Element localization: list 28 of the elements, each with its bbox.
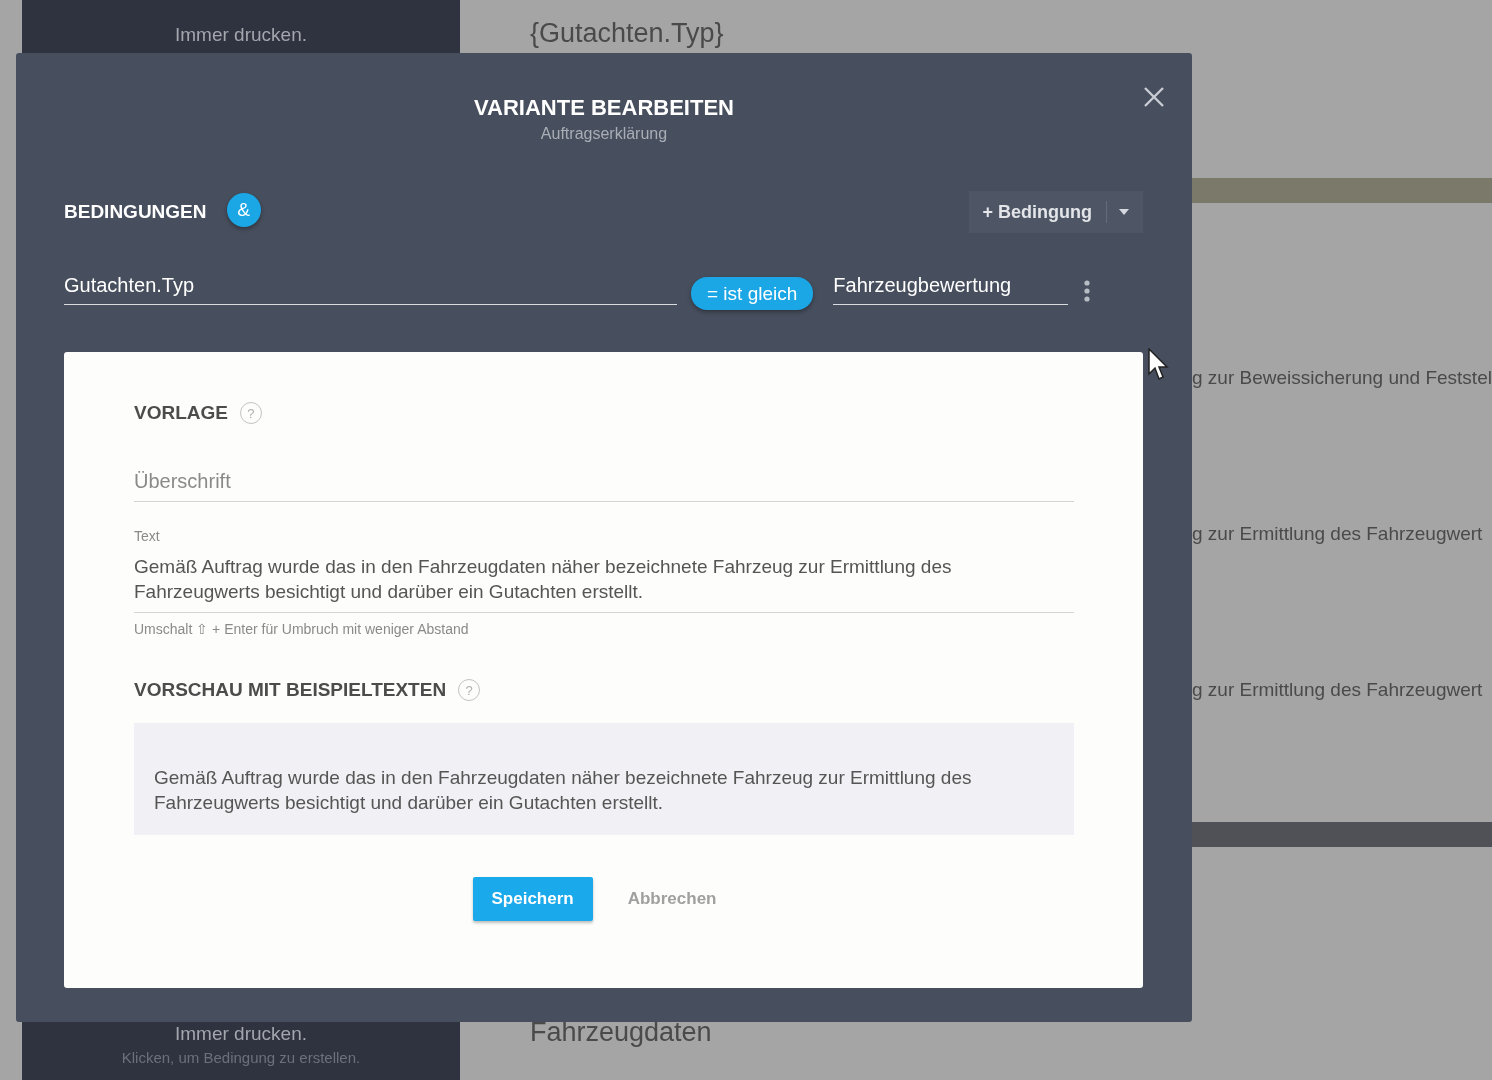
- sidebar-item-hint: Klicken, um Bedingung zu erstellen.: [121, 1049, 361, 1066]
- sidebar-item-title: Immer drucken.: [175, 24, 307, 46]
- join-operator-button[interactable]: &: [226, 193, 261, 227]
- close-icon[interactable]: [1143, 86, 1165, 108]
- sidebar-item-title: Immer drucken.: [175, 1023, 307, 1045]
- page-heading: {Gutachten.Typ}: [530, 18, 724, 48]
- cancel-button[interactable]: Abbrechen: [608, 877, 736, 921]
- variant-text: g zur Beweissicherung und Feststel: [1192, 367, 1492, 389]
- variant-text: g zur Ermittlung des Fahrzeugwert: [1192, 523, 1484, 545]
- section-heading: Fahrzeugdaten: [530, 1017, 712, 1047]
- conditions-heading: BEDINGUNGEN: [64, 201, 207, 223]
- text-field-label: Text: [134, 528, 161, 544]
- mouse-pointer-icon: [1148, 348, 1170, 382]
- save-button[interactable]: Speichern: [472, 877, 593, 921]
- condition-field-input[interactable]: Gutachten.Typ: [64, 268, 677, 305]
- operator-button[interactable]: = ist gleich: [691, 277, 814, 310]
- template-heading: VORLAGE: [134, 402, 228, 424]
- preview-heading: VORSCHAU MIT BEISPIELTEXTEN: [134, 679, 447, 701]
- variant-text: g zur Ermittlung des Fahrzeugwert: [1192, 679, 1484, 701]
- text-input[interactable]: Gemäß Auftrag wurde das in den Fahrzeugdaten näher bezeichnete Fahrzeug zur Ermittlung des Fahrzeugwerts besichtigt und darüber ein Gutachten erstellt.: [134, 554, 1074, 613]
- more-options-icon[interactable]: [1084, 279, 1091, 302]
- dialog-subtitle: Auftragserklärung: [540, 125, 668, 143]
- add-condition-button[interactable]: + Bedingung: [968, 201, 1106, 223]
- heading-input[interactable]: Überschrift: [134, 470, 1074, 502]
- text-field-hint: Umschalt ⇧ + Enter für Umbruch mit weniger Abstand: [134, 621, 470, 637]
- condition-value-input[interactable]: Fahrzeugbewertung: [833, 268, 1069, 305]
- dialog-title: VARIANTE BEARBEITEN: [474, 95, 734, 121]
- preview-text: Gemäß Auftrag wurde das in den Fahrzeugdaten näher bezeichnete Fahrzeug zur Ermittlung des Fahrzeugwerts besichtigt und darüber ein Gutachten erstellt.: [154, 766, 973, 815]
